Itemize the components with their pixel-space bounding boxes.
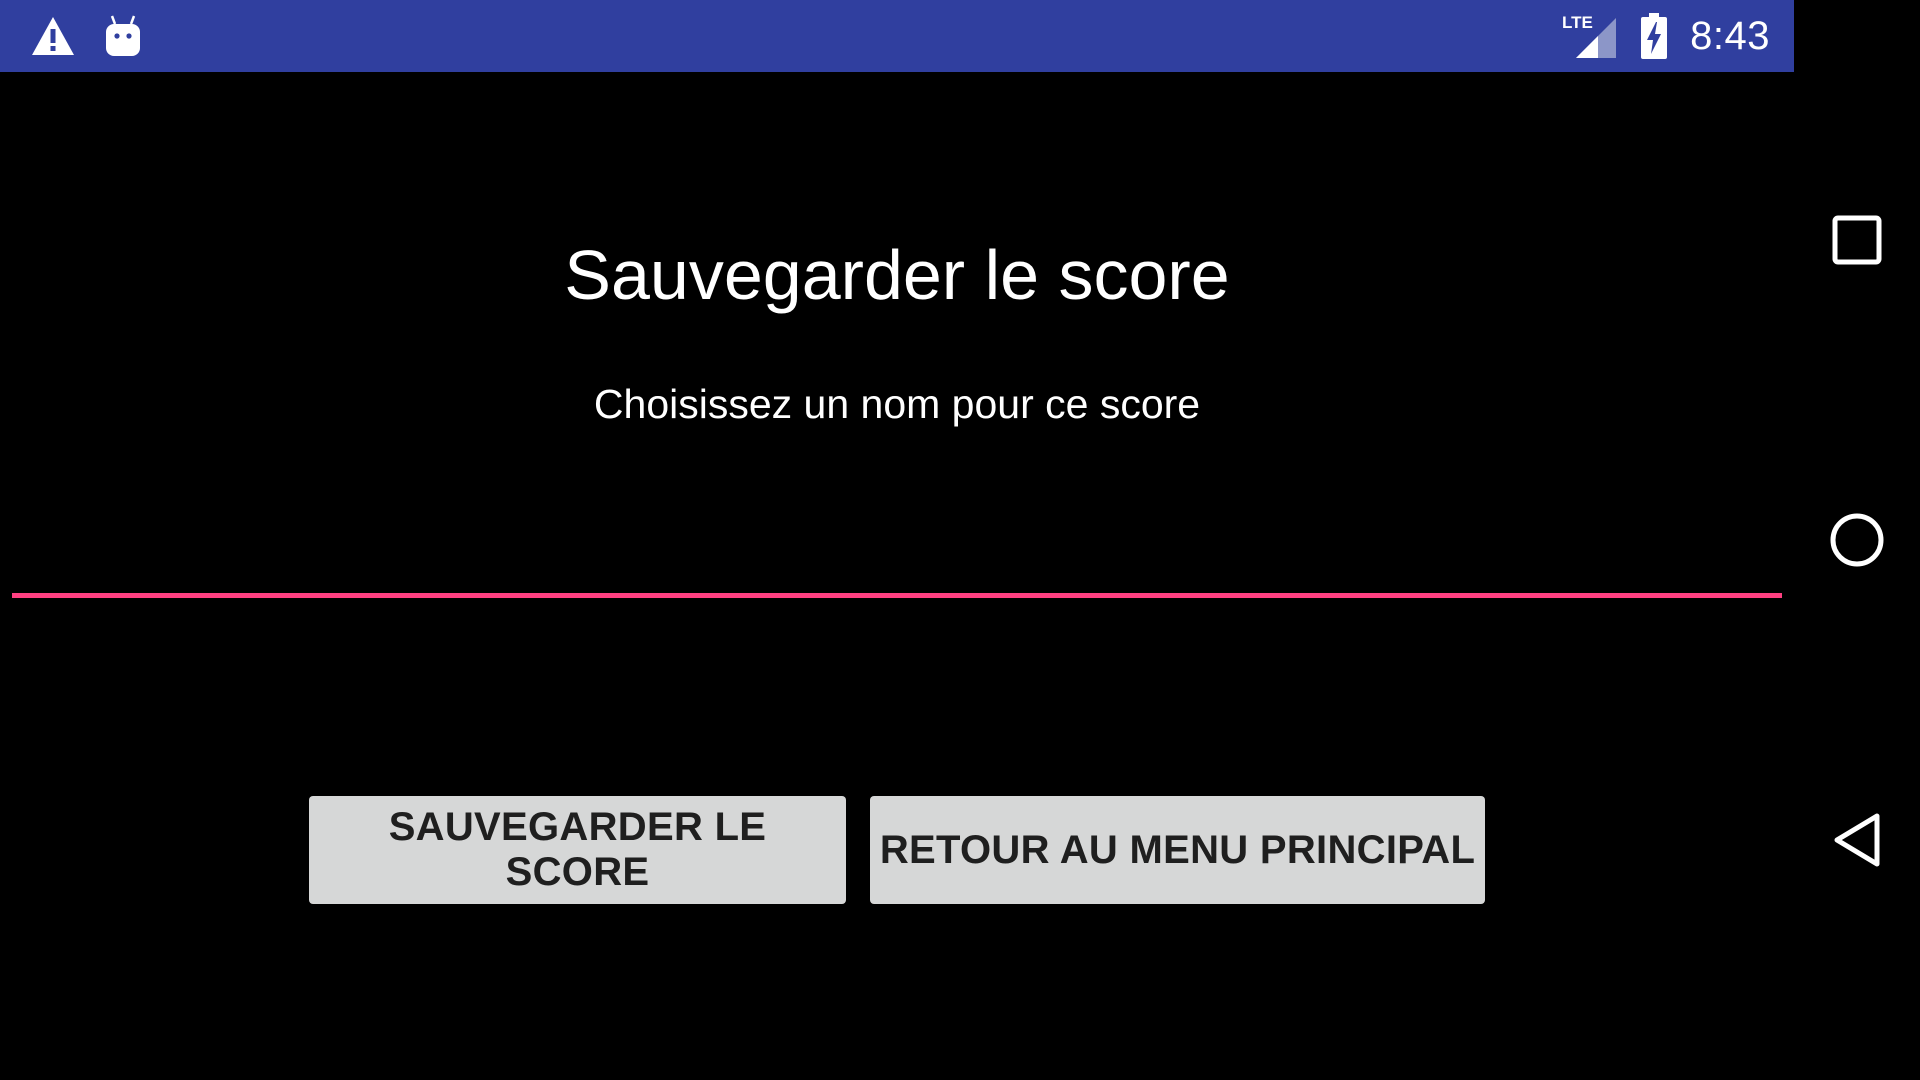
- status-bar: LTE 8:43: [0, 0, 1794, 72]
- home-icon: [1829, 512, 1885, 568]
- lte-signal-icon: LTE: [1560, 12, 1618, 60]
- recents-button[interactable]: [1794, 180, 1920, 300]
- battery-charging-icon: [1640, 12, 1668, 60]
- back-icon: [1832, 812, 1882, 868]
- network-type-label: LTE: [1562, 13, 1593, 32]
- status-right-icons: LTE 8:43: [1560, 0, 1770, 72]
- recents-icon: [1832, 215, 1882, 265]
- page-title: Sauvegarder le score: [564, 236, 1230, 314]
- android-debug-icon: [104, 14, 142, 58]
- back-button[interactable]: [1794, 780, 1920, 900]
- status-time: 8:43: [1690, 13, 1770, 58]
- save-score-screen: Sauvegarder le score Choisissez un nom p…: [0, 72, 1794, 1080]
- status-left-icons: [30, 0, 142, 72]
- save-score-button[interactable]: SAUVEGARDER LE SCORE: [309, 796, 846, 904]
- back-to-main-menu-button[interactable]: RETOUR AU MENU PRINCIPAL: [870, 796, 1485, 904]
- page-subtitle: Choisissez un nom pour ce score: [593, 381, 1201, 427]
- app-screen: LTE 8:43 Sauvegarder le score Choisissez…: [0, 0, 1920, 1080]
- score-name-input[interactable]: [12, 542, 1782, 598]
- home-button[interactable]: [1794, 480, 1920, 600]
- navigation-bar: [1794, 0, 1920, 1080]
- warning-icon: [30, 15, 76, 57]
